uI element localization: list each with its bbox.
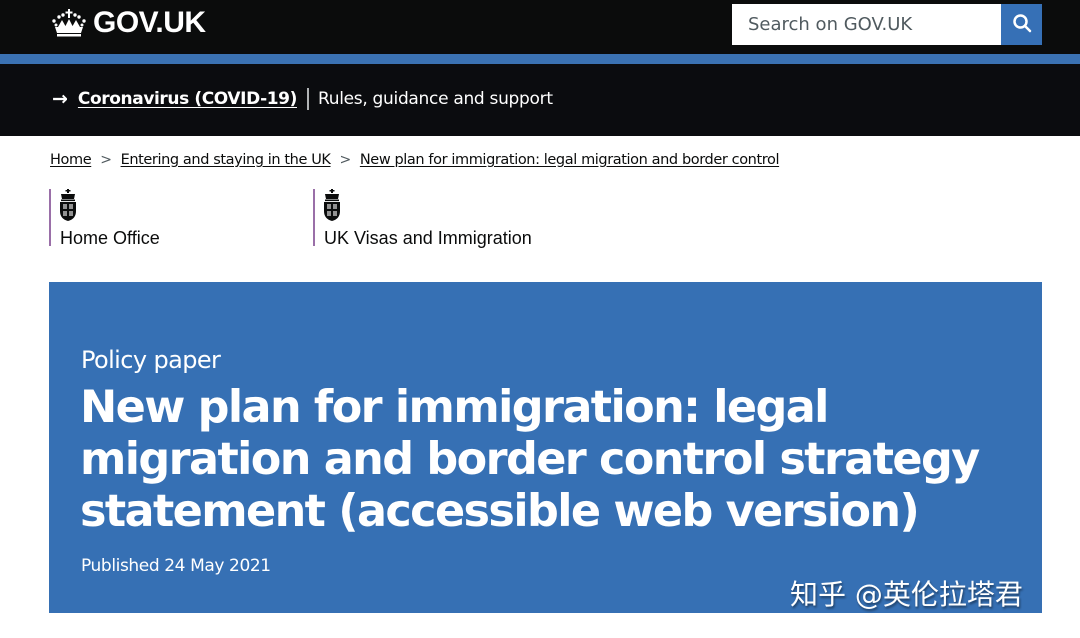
header-accent-bar (0, 54, 1080, 64)
page-hero: Policy paper New plan for immigration: l… (49, 282, 1042, 613)
covid-banner: → Coronavirus (COVID-19) Rules, guidance… (0, 64, 1080, 136)
chevron-right-icon: > (339, 152, 352, 168)
org-ukvi-link[interactable]: UK Visas and Immigration (313, 189, 532, 248)
org-name: UK Visas and Immigration (324, 228, 532, 248)
crown-icon (50, 8, 88, 38)
breadcrumb-home[interactable]: Home (50, 152, 92, 168)
search-input[interactable] (732, 4, 1001, 45)
covid-description: Rules, guidance and support (317, 89, 553, 109)
published-date: Published 24 May 2021 (81, 556, 271, 576)
breadcrumb: Home > Entering and staying in the UK > … (50, 152, 779, 168)
page-title: New plan for immigration: legal migratio… (80, 382, 980, 537)
covid-link[interactable]: Coronavirus (COVID-19) (78, 89, 297, 109)
document-type: Policy paper (81, 346, 221, 374)
search-icon (1012, 13, 1032, 36)
govuk-logo-link[interactable]: GOV.UK (50, 6, 206, 40)
search-button[interactable] (1001, 4, 1042, 45)
arrow-right-icon: → (52, 88, 68, 110)
site-search (732, 4, 1042, 45)
org-home-office-link[interactable]: Home Office (49, 189, 160, 248)
royal-crest-icon (59, 189, 79, 223)
breadcrumb-entering-staying[interactable]: Entering and staying in the UK (121, 152, 331, 168)
site-header: GOV.UK (0, 0, 1080, 54)
zhihu-watermark: 知乎 @英伦拉塔君 (790, 578, 1023, 611)
covid-separator (306, 88, 309, 110)
govuk-logo-text: GOV.UK (93, 6, 206, 39)
royal-crest-icon (323, 189, 343, 223)
org-name: Home Office (60, 228, 160, 248)
breadcrumb-new-plan[interactable]: New plan for immigration: legal migratio… (360, 152, 780, 168)
chevron-right-icon: > (100, 152, 112, 168)
